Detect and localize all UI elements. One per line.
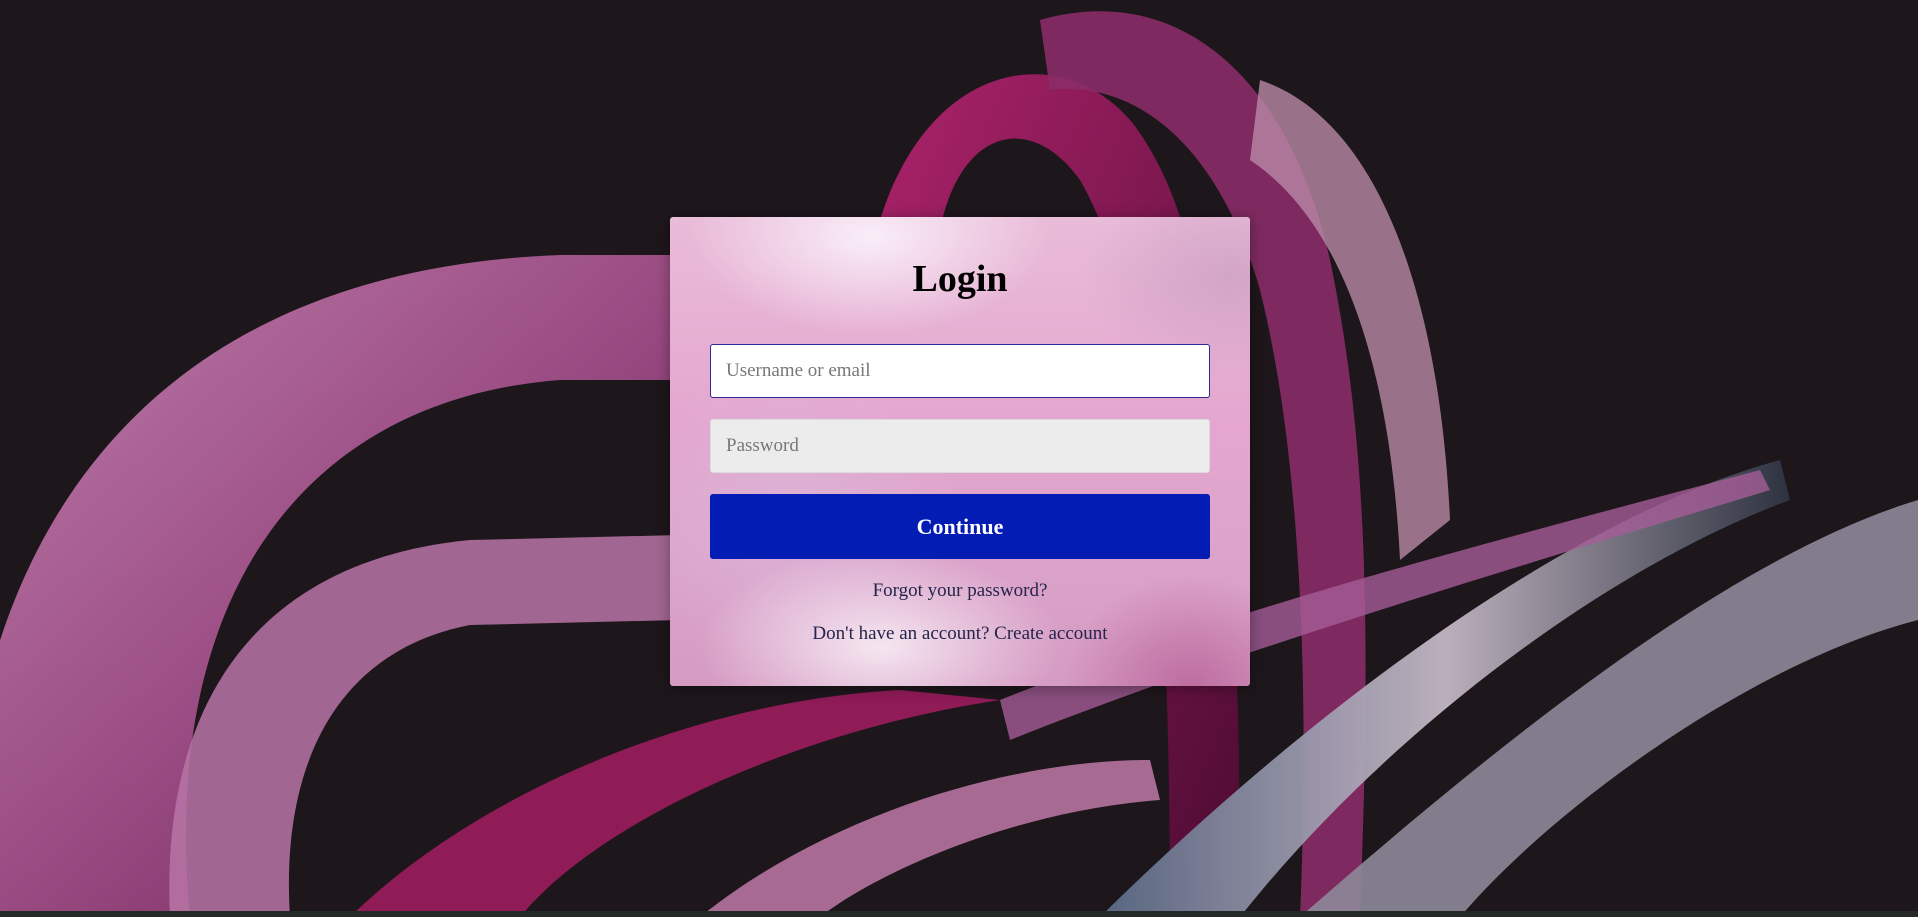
forgot-password-link[interactable]: Forgot your password? <box>873 580 1048 601</box>
forgot-password-row: Forgot your password? <box>670 580 1250 602</box>
password-input[interactable] <box>710 419 1210 473</box>
login-title: Login <box>912 258 1008 300</box>
create-account-row: Don't have an account? Create account <box>670 623 1250 645</box>
username-input[interactable] <box>710 344 1210 398</box>
continue-button[interactable]: Continue <box>710 494 1210 559</box>
create-account-link[interactable]: Create account <box>994 623 1107 644</box>
login-page: Login Continue Forgot your password? Don… <box>0 0 1918 917</box>
bottom-edge-strip <box>0 911 1918 917</box>
no-account-text: Don't have an account? <box>812 623 990 644</box>
login-card: Login Continue Forgot your password? Don… <box>670 217 1250 686</box>
